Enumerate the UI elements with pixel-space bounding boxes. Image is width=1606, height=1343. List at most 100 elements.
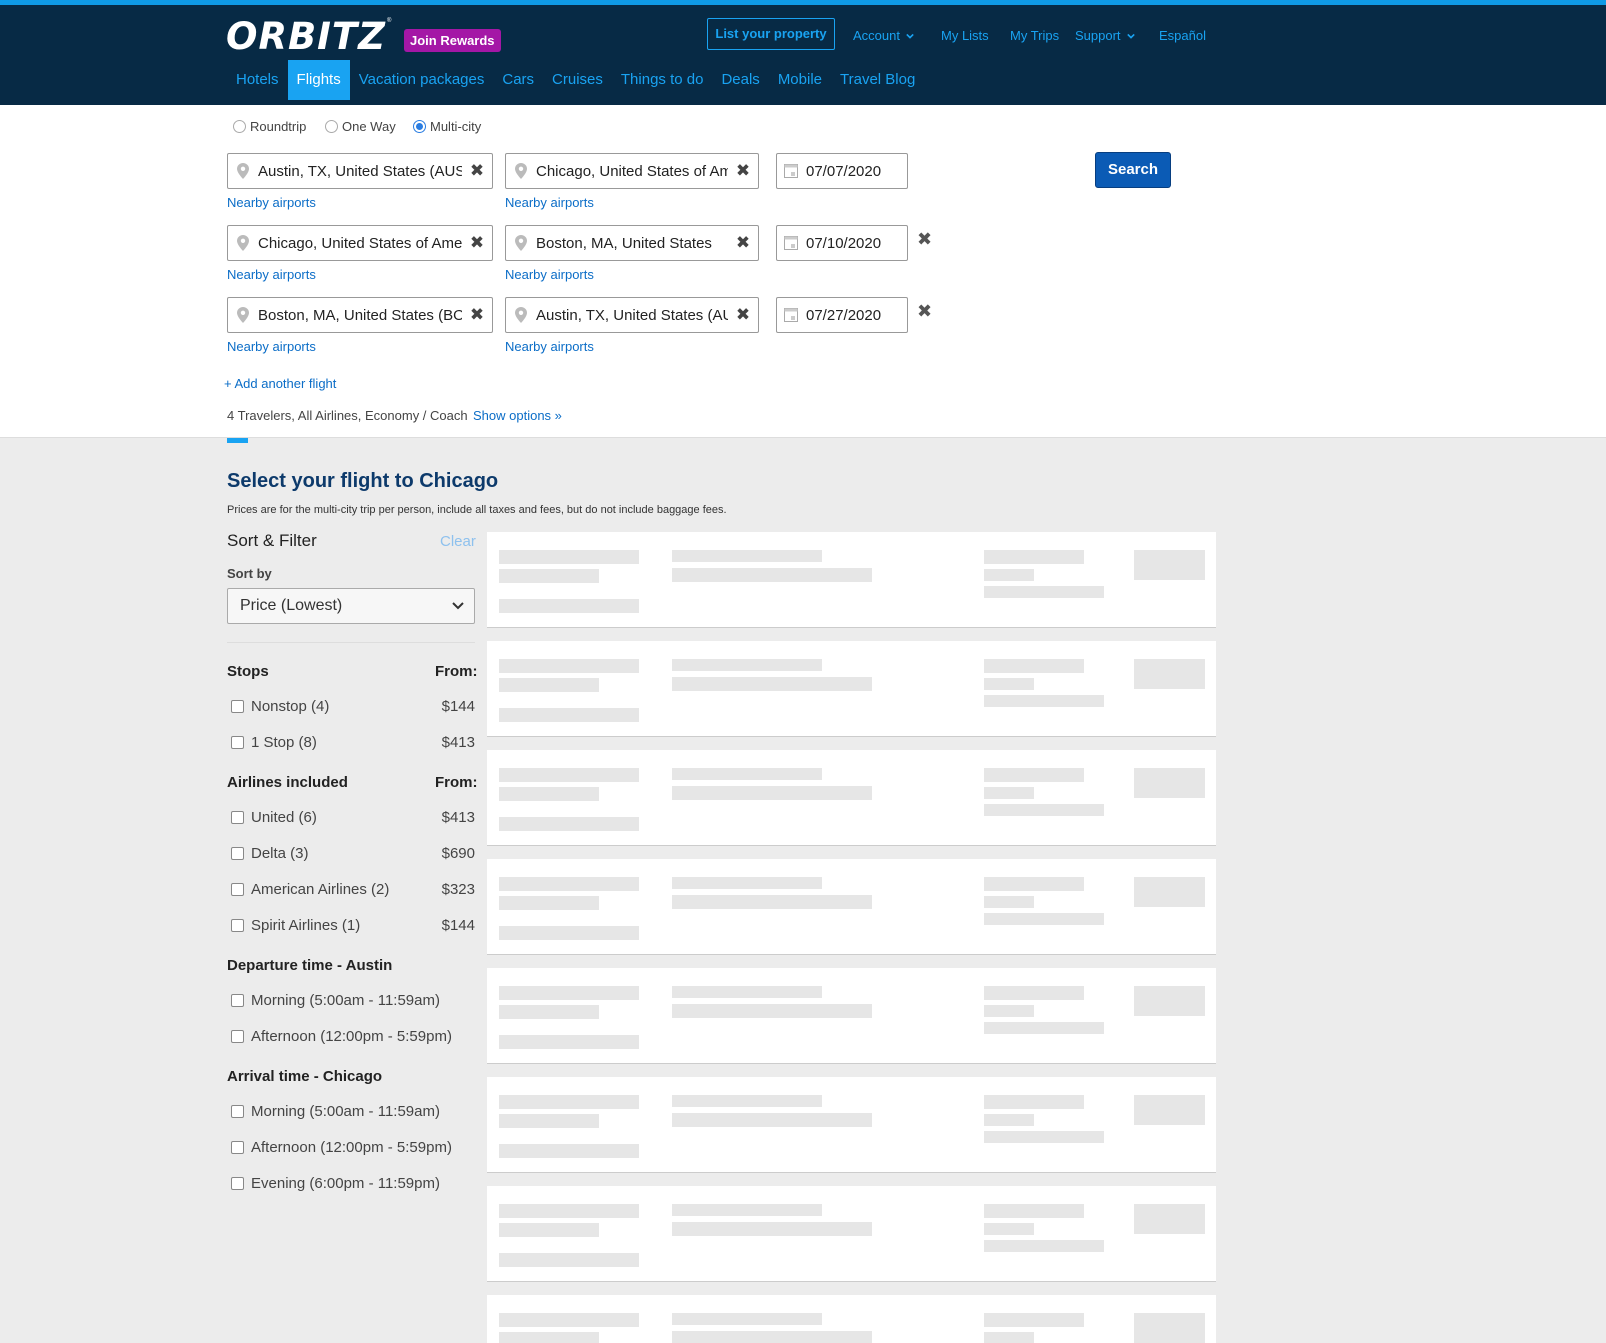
flight-3-destination-field[interactable]: Austin, TX, United States (AUS-Austin-Be…: [505, 297, 759, 333]
airlines-filter-title: Airlines included: [227, 774, 348, 791]
flight-1-origin-field[interactable]: Austin, TX, United States (AUS-Austin-Be…: [227, 153, 493, 189]
nav-flights[interactable]: Flights: [287, 60, 350, 100]
skeleton-bar: [499, 1223, 599, 1237]
skeleton-bar: [1134, 550, 1205, 580]
nav-mobile[interactable]: Mobile: [769, 60, 831, 100]
support-menu[interactable]: Support: [1075, 28, 1135, 43]
skeleton-bar: [499, 599, 639, 613]
clear-icon[interactable]: ✖: [462, 233, 492, 253]
filter-delta[interactable]: Delta (3) $690: [231, 845, 475, 862]
my-trips-link[interactable]: My Trips: [1010, 28, 1059, 43]
one-way-radio[interactable]: [325, 120, 338, 133]
nav-travel-blog[interactable]: Travel Blog: [831, 60, 924, 100]
skeleton-bar: [499, 569, 599, 583]
skeleton-bar: [499, 817, 639, 831]
stops-from-label: From:: [435, 663, 478, 680]
skeleton-bar: [499, 877, 639, 891]
price-disclaimer: Prices are for the multi-city trip per p…: [227, 504, 727, 516]
clear-icon[interactable]: ✖: [728, 233, 758, 253]
nav-cars[interactable]: Cars: [493, 60, 543, 100]
nav-cruises[interactable]: Cruises: [543, 60, 612, 100]
departure-afternoon-checkbox[interactable]: [231, 1030, 244, 1043]
filter-1-stop[interactable]: 1 Stop (8) $413: [231, 734, 475, 751]
location-pin-icon: [515, 163, 527, 179]
arrival-morning-checkbox[interactable]: [231, 1105, 244, 1118]
flight-3-origin-value: Boston, MA, United States (BOS-Logan Int…: [258, 306, 462, 324]
filter-spirit-airlines[interactable]: Spirit Airlines (1) $144: [231, 917, 475, 934]
show-options-link[interactable]: Show options »: [473, 408, 562, 423]
nav-hotels[interactable]: Hotels: [227, 60, 288, 100]
skeleton-bar: [499, 678, 599, 692]
nonstop-checkbox[interactable]: [231, 700, 244, 713]
roundtrip-radio[interactable]: [233, 120, 246, 133]
flight-2-destination-nearby-airports[interactable]: Nearby airports: [505, 267, 594, 282]
flight-2-destination-field[interactable]: Boston, MA, United States ✖: [505, 225, 759, 261]
clear-icon[interactable]: ✖: [462, 161, 492, 181]
language-link[interactable]: Español: [1159, 28, 1206, 43]
roundtrip-label: Roundtrip: [250, 119, 307, 134]
clear-icon[interactable]: ✖: [462, 305, 492, 325]
skeleton-bar: [672, 659, 822, 671]
skeleton-bar: [672, 1113, 872, 1127]
multi-city-radio[interactable]: [413, 120, 426, 133]
nav-vacation-packages[interactable]: Vacation packages: [350, 60, 494, 100]
skeleton-bar: [1134, 1313, 1205, 1343]
trip-type-roundtrip[interactable]: Roundtrip: [233, 119, 306, 134]
skeleton-bar: [499, 1313, 639, 1327]
skeleton-bar: [499, 768, 639, 782]
skeleton-bar: [984, 1204, 1084, 1218]
remove-flight-3-icon[interactable]: ✖: [917, 301, 932, 322]
filter-departure-afternoon[interactable]: Afternoon (12:00pm - 5:59pm): [231, 1028, 475, 1045]
clear-filters-link[interactable]: Clear: [440, 533, 476, 550]
flight-3-date-field[interactable]: 07/27/2020: [776, 297, 908, 333]
flight-result-placeholder: [487, 750, 1216, 846]
skeleton-bar: [672, 677, 872, 691]
list-property-button[interactable]: List your property: [707, 18, 835, 50]
flight-2-origin-nearby-airports[interactable]: Nearby airports: [227, 267, 316, 282]
flight-result-placeholder: [487, 532, 1216, 628]
flight-3-origin-nearby-airports[interactable]: Nearby airports: [227, 339, 316, 354]
flight-1-origin-nearby-airports[interactable]: Nearby airports: [227, 195, 316, 210]
flight-3-origin-field[interactable]: Boston, MA, United States (BOS-Logan Int…: [227, 297, 493, 333]
add-another-flight-link[interactable]: + Add another flight: [224, 376, 336, 391]
nav-things-to-do[interactable]: Things to do: [612, 60, 713, 100]
arrival-evening-checkbox[interactable]: [231, 1177, 244, 1190]
calendar-icon: [784, 308, 798, 322]
flight-1-destination-field[interactable]: Chicago, United States of America ✖: [505, 153, 759, 189]
filter-departure-morning[interactable]: Morning (5:00am - 11:59am): [231, 992, 475, 1009]
flight-3-destination-nearby-airports[interactable]: Nearby airports: [505, 339, 594, 354]
flight-1-date-field[interactable]: 07/07/2020: [776, 153, 908, 189]
filter-arrival-evening[interactable]: Evening (6:00pm - 11:59pm): [231, 1175, 475, 1192]
filter-american-airlines[interactable]: American Airlines (2) $323: [231, 881, 475, 898]
1-stop-checkbox[interactable]: [231, 736, 244, 749]
spirit-airlines-checkbox[interactable]: [231, 919, 244, 932]
american-airlines-checkbox[interactable]: [231, 883, 244, 896]
united-checkbox[interactable]: [231, 811, 244, 824]
trip-type-one-way[interactable]: One Way: [325, 119, 396, 134]
filter-arrival-afternoon[interactable]: Afternoon (12:00pm - 5:59pm): [231, 1139, 475, 1156]
account-menu[interactable]: Account: [853, 28, 914, 43]
my-lists-link[interactable]: My Lists: [941, 28, 989, 43]
search-button[interactable]: Search: [1095, 152, 1171, 188]
clear-icon[interactable]: ✖: [728, 305, 758, 325]
delta-checkbox[interactable]: [231, 847, 244, 860]
sort-by-select[interactable]: Price (Lowest): [227, 588, 475, 624]
flight-2-origin-field[interactable]: Chicago, United States of America ✖: [227, 225, 493, 261]
skeleton-bar: [1134, 768, 1205, 798]
join-rewards-button[interactable]: Join Rewards: [404, 29, 501, 52]
filter-arrival-morning[interactable]: Morning (5:00am - 11:59am): [231, 1103, 475, 1120]
skeleton-bar: [672, 1004, 872, 1018]
orbitz-logo[interactable]: ORBITZ: [226, 15, 386, 58]
remove-flight-2-icon[interactable]: ✖: [917, 229, 932, 250]
flight-1-destination-nearby-airports[interactable]: Nearby airports: [505, 195, 594, 210]
filter-nonstop[interactable]: Nonstop (4) $144: [231, 698, 475, 715]
departure-morning-checkbox[interactable]: [231, 994, 244, 1007]
skeleton-bar: [672, 895, 872, 909]
filter-united[interactable]: United (6) $413: [231, 809, 475, 826]
skeleton-bar: [984, 768, 1084, 782]
flight-2-date-field[interactable]: 07/10/2020: [776, 225, 908, 261]
clear-icon[interactable]: ✖: [728, 161, 758, 181]
trip-type-multi-city[interactable]: Multi-city: [413, 119, 481, 134]
nav-deals[interactable]: Deals: [712, 60, 768, 100]
arrival-afternoon-checkbox[interactable]: [231, 1141, 244, 1154]
